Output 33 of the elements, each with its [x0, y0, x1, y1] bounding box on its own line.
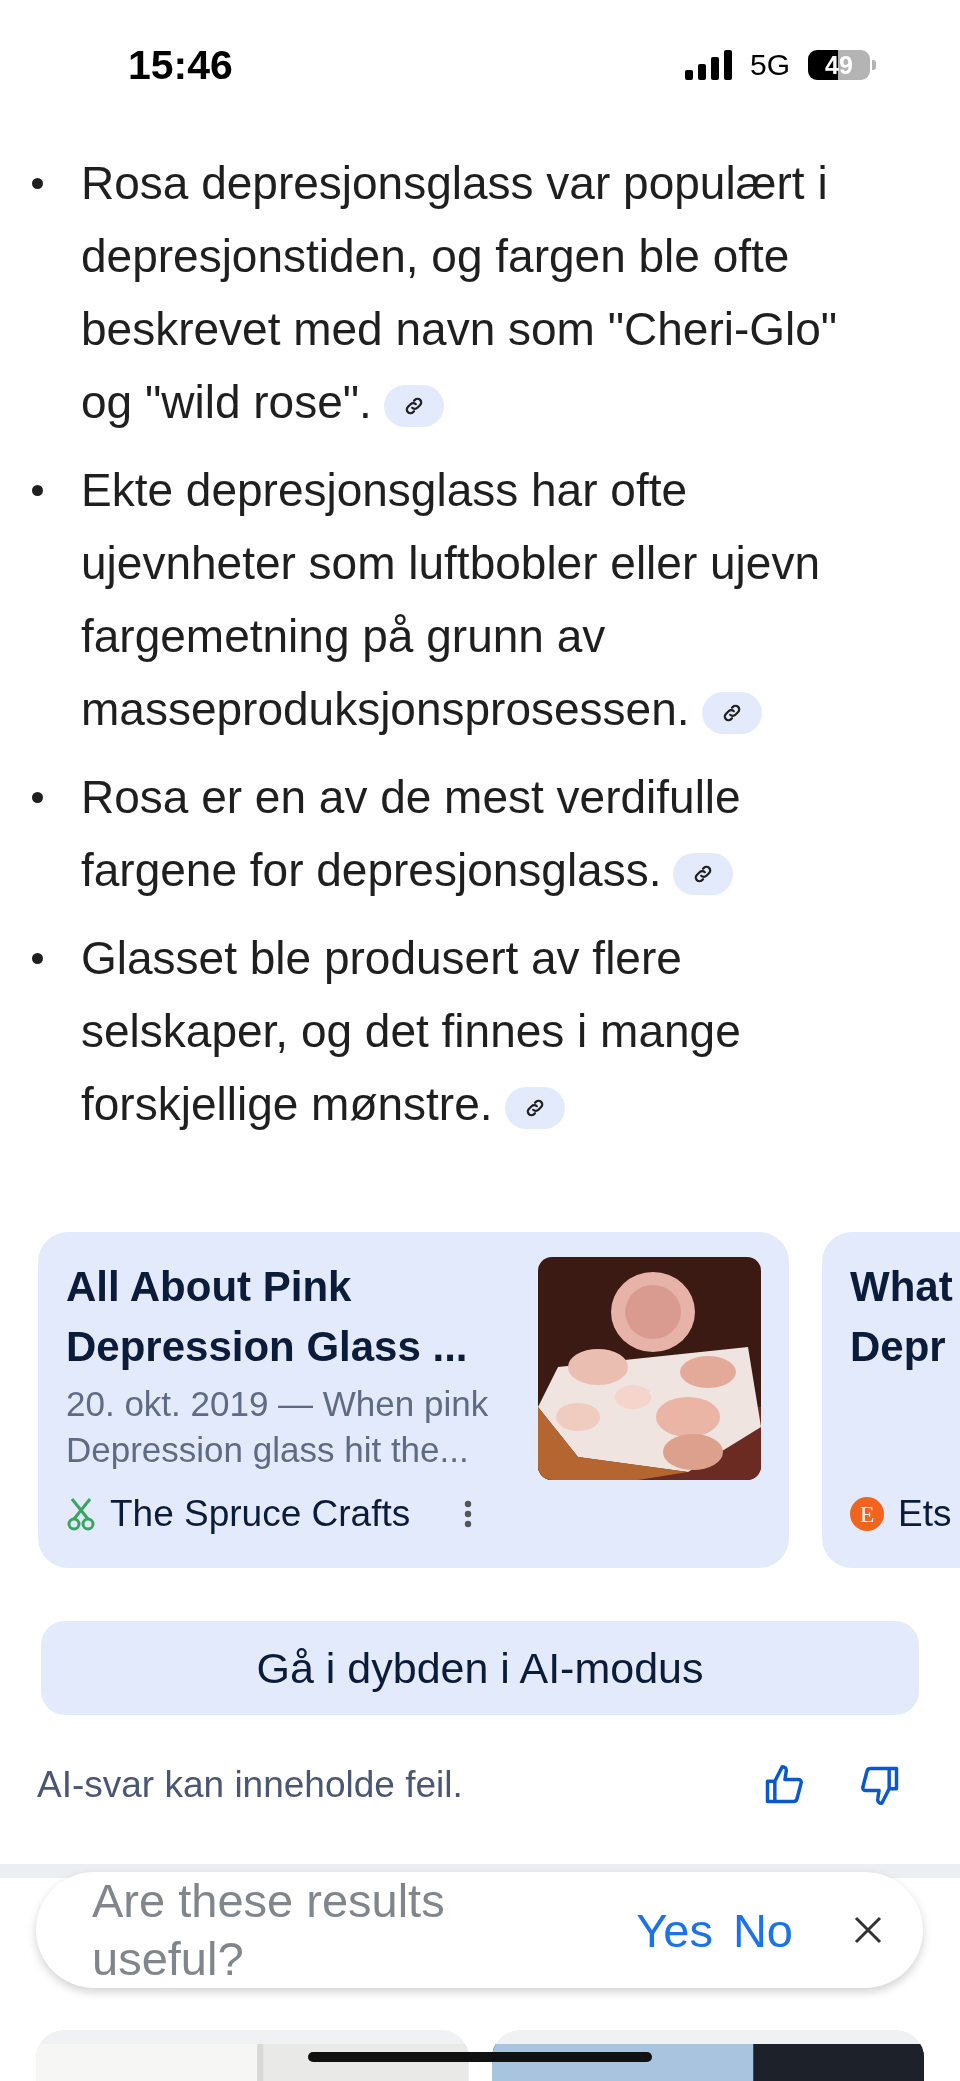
card-source: The Spruce Crafts	[110, 1493, 411, 1535]
card-source: Ets	[898, 1493, 952, 1535]
source-link-chip[interactable]	[701, 691, 762, 734]
no-link[interactable]: No	[722, 1902, 803, 1958]
close-icon[interactable]	[853, 1915, 883, 1945]
card-title: Depression Glass ...	[66, 1322, 469, 1372]
bullet-text: Rosa depresjonsglass var populært i depresjonstiden, og fargen ble ofte beskrevet med navn som "Cheri-Glo" og "wild rose".	[81, 156, 839, 430]
card-title: All About Pink	[66, 1262, 353, 1312]
bullet-dot	[32, 485, 43, 496]
ai-mode-button[interactable]: Gå i dybden i AI-modus	[41, 1621, 919, 1715]
signal-icon	[684, 50, 732, 80]
bullet-dot	[32, 792, 43, 803]
card-title: Depr	[850, 1322, 947, 1372]
source-link-chip[interactable]	[504, 1086, 565, 1129]
disclaimer-text: AI-svar kan inneholde feil.	[37, 1764, 463, 1806]
bullet-text: Glasset ble produsert av flere selskaper, og det finnes i mange forskjellige mønstre.	[81, 931, 742, 1132]
status-time: 15:46	[128, 41, 233, 89]
result-card[interactable]: All About Pink Depression Glass ... 20. okt. 2019 — When pink Depression glass hit the... The Spruce Crafts	[38, 1232, 789, 1568]
network-label: 5G	[749, 48, 790, 82]
scissors-icon	[66, 1497, 96, 1531]
yes-link[interactable]: Yes	[626, 1902, 723, 1958]
result-card[interactable]: What Depr E Ets	[822, 1232, 960, 1568]
more-icon[interactable]	[464, 1500, 472, 1528]
source-logo: E	[850, 1497, 884, 1531]
source-link-chip[interactable]	[673, 852, 734, 895]
bullet-text: Ekte depresjonsglass har ofte ujevnheter som luftbobler eller ujevn fargemetning på grunn av masseproduksjonsprosessen.	[81, 463, 821, 737]
bullet-dot	[32, 953, 43, 964]
card-snippet: 20. okt. 2019 — When pink Depression glass hit the...	[66, 1383, 490, 1471]
bullet-text: Rosa er en av de mest verdifulle fargene for depresjonsglass.	[81, 770, 742, 898]
source-link-chip[interactable]	[383, 384, 444, 427]
feedback-question: Are these results useful?	[92, 1873, 446, 1987]
bullet-dot	[32, 178, 43, 189]
card-title: What	[850, 1262, 954, 1312]
